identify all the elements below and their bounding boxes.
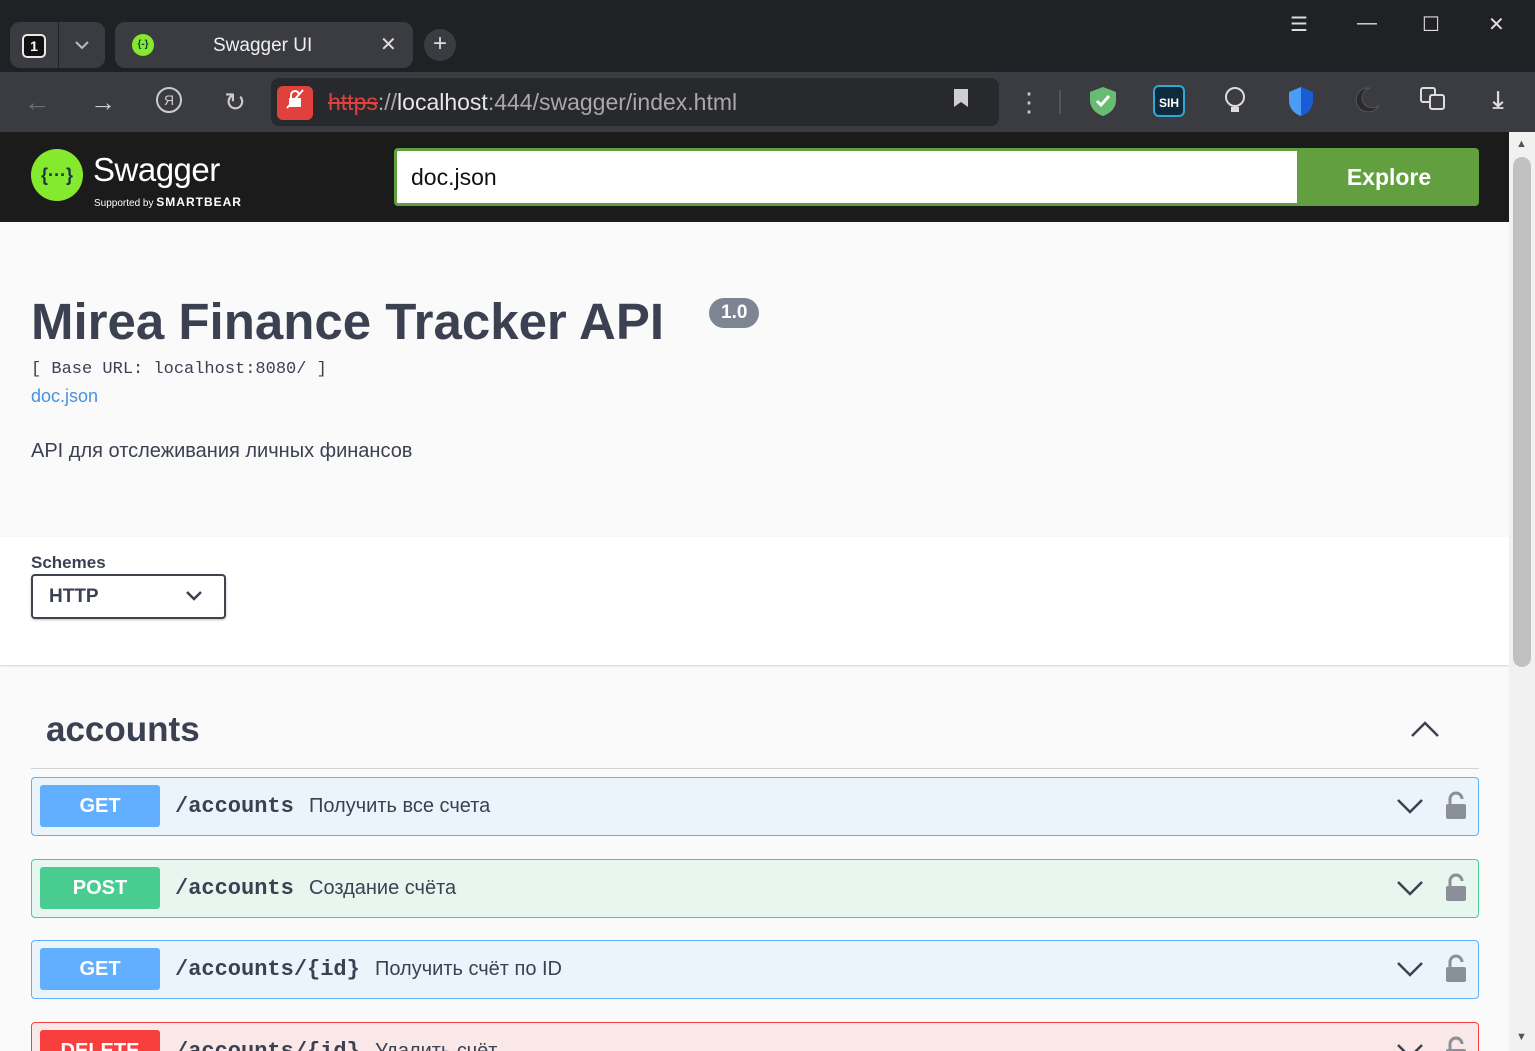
forward-icon[interactable]: →	[87, 86, 119, 118]
browser-menu-icon[interactable]: ☰	[1290, 12, 1308, 37]
insecure-connection-icon[interactable]	[277, 86, 313, 120]
close-window-icon[interactable]: ✕	[1488, 12, 1505, 37]
operation-path: /accounts/{id}	[175, 1039, 360, 1051]
api-description: API для отслеживания личных финансов	[31, 440, 413, 462]
tab-swagger-ui[interactable]: {-} Swagger UI ✕	[115, 22, 413, 68]
yandex-icon[interactable]: Я	[153, 86, 185, 118]
swagger-favicon-icon: {-}	[132, 34, 154, 56]
unlocked-padlock-icon[interactable]	[1444, 791, 1468, 821]
chevron-down-icon[interactable]	[1395, 876, 1425, 900]
method-badge: DELETE	[40, 1030, 160, 1051]
url-host: localhost	[397, 89, 488, 115]
toolbar-divider	[1059, 90, 1061, 114]
url-protocol: https	[328, 89, 378, 115]
swagger-logo-subtitle: Supported by SMARTBEAR	[94, 195, 242, 209]
reload-icon[interactable]: ↻	[219, 86, 251, 118]
tab-counter-button[interactable]: 1	[10, 22, 58, 68]
address-url[interactable]: https://localhost:444/swagger/index.html	[328, 89, 737, 116]
operation-path: /accounts/{id}	[175, 957, 360, 982]
chevron-down-icon[interactable]	[1395, 794, 1425, 818]
back-icon[interactable]: ←	[21, 86, 53, 118]
method-badge: POST	[40, 867, 160, 909]
operation-path: /accounts	[175, 794, 294, 819]
schemes-selected-value: HTTP	[49, 586, 99, 607]
operation-summary: Удалить счёт	[375, 1040, 498, 1051]
new-tab-button[interactable]: +	[424, 29, 456, 61]
svg-text:Я: Я	[164, 92, 174, 108]
more-options-icon[interactable]: ⋮	[1013, 86, 1045, 118]
operation-path: /accounts	[175, 876, 294, 901]
schemes-section: Schemes HTTP	[0, 537, 1509, 665]
unlocked-padlock-icon[interactable]	[1444, 954, 1468, 984]
swagger-page: {···} Swagger Supported by SMARTBEAR Exp…	[0, 132, 1509, 1051]
address-bar[interactable]: https://localhost:444/swagger/index.html	[271, 78, 999, 126]
swagger-logo-icon: {···}	[31, 149, 83, 201]
swagger-topbar: {···} Swagger Supported by SMARTBEAR Exp…	[0, 132, 1509, 222]
lightbulb-icon[interactable]	[1219, 85, 1251, 117]
swagger-logo-text: Swagger	[93, 151, 220, 188]
spec-url-field[interactable]	[394, 148, 1300, 206]
api-title: Mirea Finance Tracker API	[31, 293, 665, 350]
page-scrollbar[interactable]: ▲ ▼	[1509, 132, 1535, 1051]
tag-divider	[31, 768, 1479, 769]
chevron-down-icon[interactable]	[1395, 1039, 1425, 1051]
schemes-select[interactable]: HTTP	[31, 574, 226, 619]
tab-list-dropdown[interactable]	[59, 22, 105, 68]
translate-icon[interactable]	[1417, 85, 1449, 117]
operation-summary: Получить все счета	[309, 795, 491, 817]
chevron-down-icon[interactable]	[1395, 957, 1425, 981]
url-separator: ://	[377, 89, 398, 115]
tab-count: 1	[22, 34, 46, 58]
chevron-up-icon[interactable]	[1408, 712, 1442, 746]
version-badge: 1.0	[709, 298, 760, 328]
downloads-icon[interactable]: ⤓	[1482, 85, 1514, 117]
tab-close-icon[interactable]: ✕	[380, 32, 397, 57]
chevron-down-icon	[185, 586, 203, 607]
minimize-icon[interactable]: —	[1357, 12, 1377, 35]
method-badge: GET	[40, 948, 160, 990]
bookmark-icon[interactable]	[953, 88, 969, 114]
unlocked-padlock-icon[interactable]	[1444, 873, 1468, 903]
blue-shield-icon[interactable]	[1285, 85, 1317, 117]
base-url: [ Base URL: localhost:8080/ ]	[31, 360, 327, 379]
sih-extension-icon[interactable]: SIH	[1153, 85, 1185, 117]
doc-json-link[interactable]: doc.json	[31, 386, 98, 407]
scroll-up-arrow-icon[interactable]: ▲	[1516, 138, 1527, 150]
browser-titlebar: 1 {-} Swagger UI ✕ + ☰ — ☐ ✕	[0, 0, 1535, 72]
chevron-down-icon	[75, 41, 89, 50]
spec-url-input[interactable]	[397, 151, 1297, 203]
operation-summary: Получить счёт по ID	[375, 958, 563, 980]
scroll-down-arrow-icon[interactable]: ▼	[1516, 1031, 1527, 1043]
operation-get-account-by-id[interactable]: GET /accounts/{id} Получить счёт по ID	[31, 940, 1479, 999]
scrollbar-thumb[interactable]	[1513, 157, 1531, 667]
adguard-shield-icon[interactable]	[1087, 85, 1119, 117]
operation-summary: Создание счёта	[309, 877, 457, 899]
operation-delete-account[interactable]: DELETE /accounts/{id} Удалить счёт	[31, 1022, 1479, 1051]
browser-toolbar: ← → Я ↻ https://localhost:444/swagger/in…	[0, 72, 1535, 132]
operation-post-accounts[interactable]: POST /accounts Создание счёта	[31, 859, 1479, 918]
url-path: :444/swagger/index.html	[487, 89, 738, 115]
unlocked-padlock-icon[interactable]	[1444, 1036, 1468, 1051]
maximize-icon[interactable]: ☐	[1422, 12, 1440, 37]
logo-sub-brand: SMARTBEAR	[156, 195, 242, 209]
tag-accounts-title[interactable]: accounts	[46, 710, 200, 750]
schemes-label: Schemes	[31, 553, 106, 572]
method-badge: GET	[40, 785, 160, 827]
tab-title: Swagger UI	[213, 35, 313, 56]
logo-sub-prefix: Supported by	[94, 198, 154, 209]
explore-button[interactable]: Explore	[1299, 148, 1479, 206]
dark-mode-moon-icon[interactable]	[1351, 85, 1383, 117]
operation-get-accounts[interactable]: GET /accounts Получить все счета	[31, 777, 1479, 836]
